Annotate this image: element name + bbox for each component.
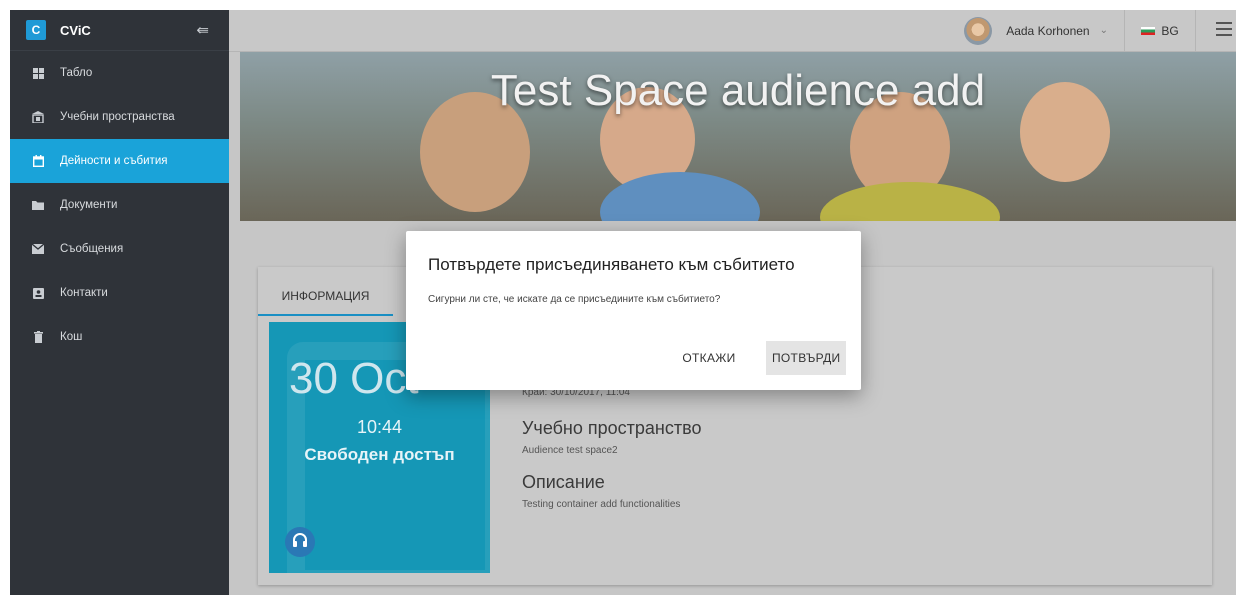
sidebar-item-dashboard[interactable]: Табло bbox=[10, 51, 229, 95]
confirm-join-dialog: Потвърдете присъединяването към събитиет… bbox=[406, 231, 861, 390]
building-icon bbox=[32, 111, 44, 123]
sidebar-item-label: Табло bbox=[60, 67, 93, 79]
event-date: 30 Oct bbox=[289, 354, 419, 403]
contact-card-icon bbox=[32, 287, 44, 299]
top-bar: Aada Korhonen ⌄ BG bbox=[229, 10, 1236, 52]
user-menu[interactable]: Aada Korhonen ⌄ bbox=[964, 10, 1108, 51]
sidebar-item-label: Учебни пространства bbox=[60, 111, 175, 123]
event-time: 10:44 bbox=[356, 417, 403, 437]
sidebar-item-learning-spaces[interactable]: Учебни пространства bbox=[10, 95, 229, 139]
learning-space-heading: Учебно пространство bbox=[522, 418, 702, 438]
user-name: Aada Korhonen bbox=[1006, 23, 1090, 38]
sidebar-item-trash[interactable]: Кош bbox=[10, 315, 229, 359]
dialog-message: Сигурни ли сте, че искате да се присъеди… bbox=[428, 294, 721, 305]
app-logo[interactable]: C bbox=[26, 20, 46, 40]
brand: C CViC ⇚ bbox=[10, 10, 229, 51]
sidebar-item-label: Документи bbox=[60, 199, 118, 211]
confirm-button[interactable]: ПОТВЪРДИ bbox=[766, 341, 846, 375]
sidebar-item-label: Контакти bbox=[60, 287, 108, 299]
sidebar-item-contacts[interactable]: Контакти bbox=[10, 271, 229, 315]
cancel-button[interactable]: ОТКАЖИ bbox=[674, 341, 744, 375]
sidebar-item-documents[interactable]: Документи bbox=[10, 183, 229, 227]
bulgarian-flag-icon bbox=[1141, 26, 1156, 35]
description-heading: Описание bbox=[522, 472, 605, 492]
language-code: BG bbox=[1161, 23, 1179, 38]
collapse-sidebar-icon[interactable]: ⇚ bbox=[196, 21, 209, 39]
space-title: Test Space audience add bbox=[490, 66, 986, 115]
sidebar-item-label: Съобщения bbox=[60, 243, 124, 255]
dialog-title: Потвърдете присъединяването към събитиет… bbox=[428, 255, 795, 274]
app-name: CViC bbox=[60, 22, 91, 38]
envelope-icon bbox=[32, 243, 44, 255]
sidebar-nav: Табло Учебни пространства Дейности и съб… bbox=[10, 51, 229, 359]
sidebar-item-activities-events[interactable]: Дейности и събития bbox=[10, 139, 229, 183]
sidebar-item-messages[interactable]: Съобщения bbox=[10, 227, 229, 271]
grid-icon bbox=[32, 67, 44, 79]
headphones-button[interactable] bbox=[285, 527, 315, 557]
headphones-icon bbox=[292, 532, 308, 553]
language-selector[interactable]: BG bbox=[1124, 10, 1196, 51]
hero-banner: Test Space audience add bbox=[240, 52, 1236, 221]
calendar-icon bbox=[32, 155, 44, 167]
sidebar: C CViC ⇚ Табло Учебни пространства Дейно… bbox=[10, 10, 229, 595]
description-value: Testing container add functionalities bbox=[522, 499, 681, 510]
sidebar-item-label: Кош bbox=[60, 331, 83, 343]
learning-space-value: Audience test space2 bbox=[522, 445, 618, 456]
menu-list-icon[interactable] bbox=[1216, 22, 1232, 36]
avatar[interactable] bbox=[964, 16, 993, 45]
folder-icon bbox=[32, 199, 44, 211]
event-access: Свободен достъп bbox=[304, 445, 455, 464]
event-details: Край: 30/10/2017, 11:04 Учебно пространс… bbox=[522, 387, 701, 510]
tab-information[interactable]: ИНФОРМАЦИЯ bbox=[258, 277, 393, 316]
chevron-down-icon: ⌄ bbox=[1099, 25, 1108, 36]
sidebar-item-label: Дейности и събития bbox=[60, 155, 168, 167]
trash-icon bbox=[32, 331, 44, 343]
